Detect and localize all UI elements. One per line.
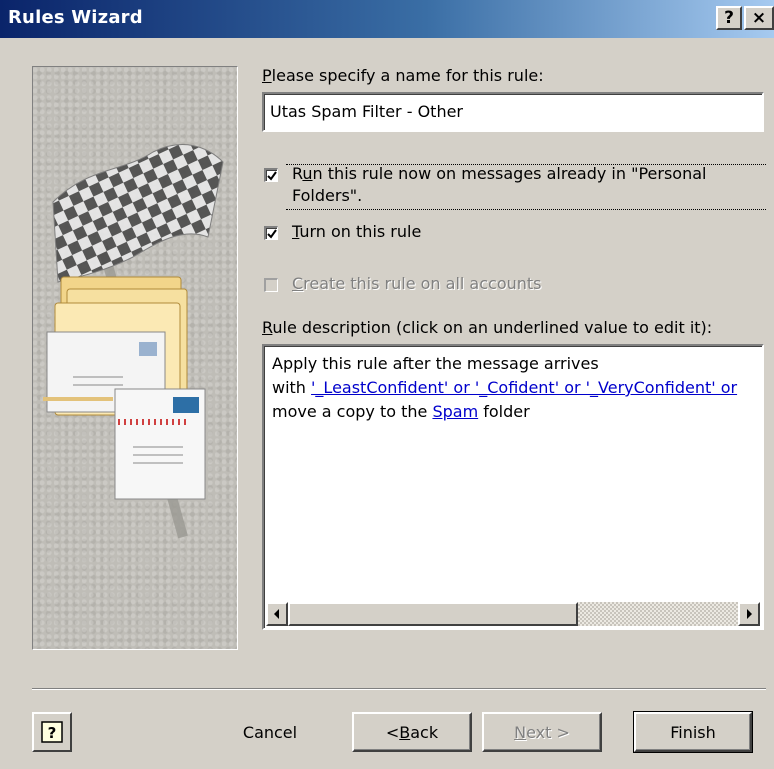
- scroll-right-button[interactable]: [738, 602, 760, 626]
- description-line-3: move a copy to the Spam folder: [272, 402, 530, 421]
- wizard-illustration: [32, 66, 238, 650]
- svg-text:?: ?: [48, 724, 57, 742]
- title-bar[interactable]: Rules Wizard ? ×: [0, 0, 774, 38]
- cancel-button[interactable]: Cancel: [220, 712, 320, 752]
- description-line-1: Apply this rule after the message arrive…: [272, 354, 599, 373]
- run-now-checkbox[interactable]: [264, 168, 278, 182]
- turn-on-checkbox[interactable]: [264, 226, 278, 240]
- finish-button[interactable]: Finish: [633, 711, 753, 753]
- description-line-2: with '_LeastConfident' or '_Cofident' or…: [272, 378, 738, 397]
- spam-folder-link[interactable]: Spam: [432, 402, 478, 421]
- run-now-label-line2[interactable]: Folders".: [292, 186, 362, 205]
- checkered-flag-folders-illustration: [43, 144, 224, 539]
- checkmark-icon: [267, 229, 277, 239]
- rule-name-label: Please specify a name for this rule:: [262, 66, 544, 85]
- all-accounts-label: Create this rule on all accounts: [292, 274, 542, 293]
- arrow-left-icon: [274, 609, 279, 619]
- turn-on-label[interactable]: Turn on this rule: [292, 222, 421, 241]
- help-question-icon: ?: [41, 721, 63, 743]
- arrow-right-icon: [747, 609, 752, 619]
- next-button: Next >: [482, 712, 602, 752]
- close-button[interactable]: ×: [744, 6, 774, 30]
- scroll-left-button[interactable]: [266, 602, 288, 626]
- all-accounts-checkbox: [264, 278, 278, 292]
- help-caption-button[interactable]: ?: [716, 6, 742, 30]
- help-button[interactable]: ?: [32, 712, 72, 752]
- window-title: Rules Wizard: [8, 7, 143, 28]
- horizontal-scrollbar[interactable]: [266, 602, 760, 626]
- rule-name-input[interactable]: Utas Spam Filter - Other: [262, 92, 764, 132]
- separator: [32, 688, 766, 690]
- back-button[interactable]: < Back: [352, 712, 472, 752]
- checkmark-icon: [267, 171, 277, 181]
- rule-description-box[interactable]: Apply this rule after the message arrive…: [262, 344, 764, 630]
- rule-description-label: Rule description (click on an underlined…: [262, 318, 713, 337]
- run-now-label[interactable]: Run this rule now on messages already in…: [292, 164, 706, 183]
- scrollbar-thumb[interactable]: [288, 602, 578, 626]
- condition-words-link[interactable]: '_LeastConfident' or '_Cofident' or '_Ve…: [311, 378, 737, 397]
